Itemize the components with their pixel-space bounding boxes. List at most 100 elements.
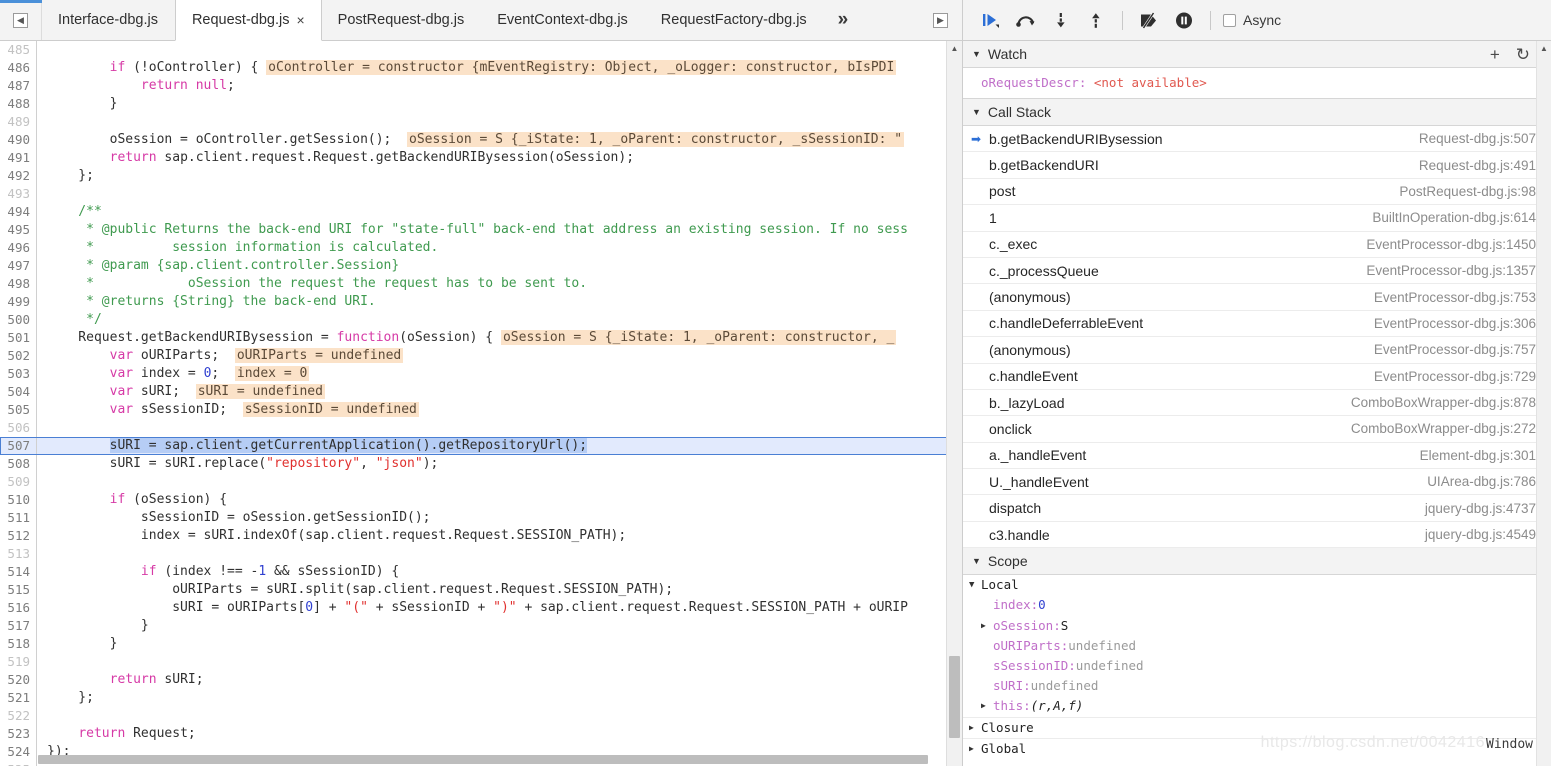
code-line[interactable]: 502 var oURIParts; oURIParts = undefined	[0, 347, 962, 365]
editor-horizontal-scrollbar[interactable]	[38, 755, 945, 766]
code-text[interactable]: sURI = sap.client.getCurrentApplication(…	[37, 437, 962, 455]
line-number[interactable]: 487	[0, 77, 37, 95]
code-text[interactable]: * @param {sap.client.controller.Session}	[37, 257, 962, 275]
line-number[interactable]: 516	[0, 599, 37, 617]
line-number[interactable]: 518	[0, 635, 37, 653]
scroll-up-arrow-icon[interactable]: ▲	[947, 41, 962, 56]
line-number[interactable]: 523	[0, 725, 37, 743]
code-line[interactable]: 501 Request.getBackendURIBysession = fun…	[0, 329, 962, 347]
code-line[interactable]: 521 };	[0, 689, 962, 707]
code-line[interactable]: 506	[0, 419, 962, 437]
resume-button[interactable]	[975, 6, 1007, 34]
code-line[interactable]: 493	[0, 185, 962, 203]
deactivate-breakpoints-button[interactable]	[1133, 6, 1165, 34]
editor-tab-postrequest-dbg-js[interactable]: PostRequest-dbg.js	[322, 0, 482, 40]
line-number[interactable]: 501	[0, 329, 37, 347]
scope-group-local[interactable]: ▼ Local	[963, 575, 1551, 595]
code-line[interactable]: 520 return sURI;	[0, 671, 962, 689]
line-number[interactable]: 492	[0, 167, 37, 185]
call-stack-frame[interactable]: a._handleEvent Element-dbg.js:301	[963, 443, 1551, 470]
line-number[interactable]: 491	[0, 149, 37, 167]
call-stack-frame[interactable]: 1 BuiltInOperation-dbg.js:614	[963, 205, 1551, 232]
code-line[interactable]: 509	[0, 473, 962, 491]
code-text[interactable]: */	[37, 311, 962, 329]
code-text[interactable]: return sURI;	[37, 671, 962, 689]
code-line[interactable]: 495 * @public Returns the back-end URI f…	[0, 221, 962, 239]
scope-variable-row[interactable]: ▶ oSession: S	[963, 616, 1551, 636]
code-line[interactable]: 491 return sap.client.request.Request.ge…	[0, 149, 962, 167]
code-line[interactable]: 513	[0, 545, 962, 563]
async-toggle[interactable]: Async	[1223, 12, 1281, 28]
call-stack-source-location[interactable]: Request-dbg.js:507	[1419, 131, 1551, 146]
step-out-button[interactable]	[1080, 6, 1112, 34]
line-number[interactable]: 522	[0, 707, 37, 725]
line-number[interactable]: 512	[0, 527, 37, 545]
code-line[interactable]: 497 * @param {sap.client.controller.Sess…	[0, 257, 962, 275]
code-editor[interactable]: 485 486 if (!oController) { oController =…	[0, 41, 962, 766]
code-line[interactable]: 500 */	[0, 311, 962, 329]
line-number[interactable]: 510	[0, 491, 37, 509]
chevron-down-icon[interactable]: ▼	[972, 107, 981, 117]
line-number[interactable]: 524	[0, 743, 37, 761]
code-line[interactable]: 486 if (!oController) { oController = co…	[0, 59, 962, 77]
scope-variable-row[interactable]: oURIParts: undefined	[963, 636, 1551, 656]
more-tabs-button[interactable]: »	[824, 0, 863, 40]
chevron-down-icon[interactable]: ▼	[969, 575, 981, 595]
line-number[interactable]: 500	[0, 311, 37, 329]
line-number[interactable]: 502	[0, 347, 37, 365]
scope-variable-row[interactable]: index: 0	[963, 595, 1551, 615]
chevron-right-icon[interactable]: ▶	[969, 718, 981, 738]
line-number[interactable]: 499	[0, 293, 37, 311]
code-line[interactable]: 499 * @returns {String} the back-end URI…	[0, 293, 962, 311]
call-stack-frame[interactable]: c.handleDeferrableEvent EventProcessor-db…	[963, 311, 1551, 338]
code-line[interactable]: 505 var sSessionID; sSessionID = undefin…	[0, 401, 962, 419]
scope-variable-row[interactable]: ▶ this: (r,A,f)	[963, 696, 1551, 716]
pause-on-exceptions-button[interactable]	[1168, 6, 1200, 34]
chevron-down-icon[interactable]: ▼	[972, 556, 981, 566]
code-text[interactable]: * @returns {String} the back-end URI.	[37, 293, 962, 311]
code-text[interactable]: sSessionID = oSession.getSessionID();	[37, 509, 962, 527]
code-text[interactable]	[37, 545, 962, 563]
call-stack-frame[interactable]: ➡ b.getBackendURIBysession Request-dbg.js:…	[963, 126, 1551, 153]
code-line[interactable]: 494 /**	[0, 203, 962, 221]
line-number[interactable]: 515	[0, 581, 37, 599]
editor-tab-eventcontext-dbg-js[interactable]: EventContext-dbg.js	[481, 0, 645, 40]
call-stack-source-location[interactable]: EventProcessor-dbg.js:729	[1374, 369, 1551, 384]
code-line[interactable]: 516 sURI = oURIParts[0] + "(" + sSession…	[0, 599, 962, 617]
call-stack-frame[interactable]: U._handleEvent UIArea-dbg.js:786	[963, 469, 1551, 496]
code-line[interactable]: 492 };	[0, 167, 962, 185]
code-text[interactable]: return sap.client.request.Request.getBac…	[37, 149, 962, 167]
add-watch-expression-button[interactable]: +	[1490, 46, 1500, 63]
chevron-down-icon[interactable]: ▼	[972, 49, 981, 59]
call-stack-source-location[interactable]: Element-dbg.js:301	[1420, 448, 1551, 463]
chevron-right-icon[interactable]: ▶	[981, 616, 993, 636]
line-number[interactable]: 486	[0, 59, 37, 77]
call-stack-frame[interactable]: post PostRequest-dbg.js:98	[963, 179, 1551, 206]
code-text[interactable]	[37, 707, 962, 725]
line-number[interactable]: 493	[0, 185, 37, 203]
line-number[interactable]: 521	[0, 689, 37, 707]
call-stack-source-location[interactable]: ComboBoxWrapper-dbg.js:272	[1351, 421, 1551, 436]
line-number[interactable]: 520	[0, 671, 37, 689]
code-text[interactable]: if (!oController) { oController = constr…	[37, 59, 962, 77]
line-number[interactable]: 504	[0, 383, 37, 401]
call-stack-source-location[interactable]: jquery-dbg.js:4549	[1425, 527, 1551, 542]
call-stack-source-location[interactable]: jquery-dbg.js:4737	[1425, 501, 1551, 516]
code-line[interactable]: 518 }	[0, 635, 962, 653]
chevron-right-icon[interactable]: ▶	[969, 739, 981, 759]
code-line[interactable]: 511 sSessionID = oSession.getSessionID()…	[0, 509, 962, 527]
code-text[interactable]: * @public Returns the back-end URI for "…	[37, 221, 962, 239]
code-text[interactable]: * session information is calculated.	[37, 239, 962, 257]
call-stack-source-location[interactable]: UIArea-dbg.js:786	[1427, 474, 1551, 489]
code-line[interactable]: 522	[0, 707, 962, 725]
line-number[interactable]: 494	[0, 203, 37, 221]
code-text[interactable]: return null;	[37, 77, 962, 95]
code-text[interactable]: }	[37, 617, 962, 635]
code-text[interactable]: oSession = oController.getSession(); oSe…	[37, 131, 962, 149]
code-line[interactable]: 487 return null;	[0, 77, 962, 95]
code-text[interactable]	[37, 41, 962, 59]
call-stack-source-location[interactable]: EventProcessor-dbg.js:306	[1374, 316, 1551, 331]
code-line[interactable]: 519	[0, 653, 962, 671]
code-line[interactable]: 503 var index = 0; index = 0	[0, 365, 962, 383]
call-stack-frame[interactable]: c3.handle jquery-dbg.js:4549	[963, 522, 1551, 549]
